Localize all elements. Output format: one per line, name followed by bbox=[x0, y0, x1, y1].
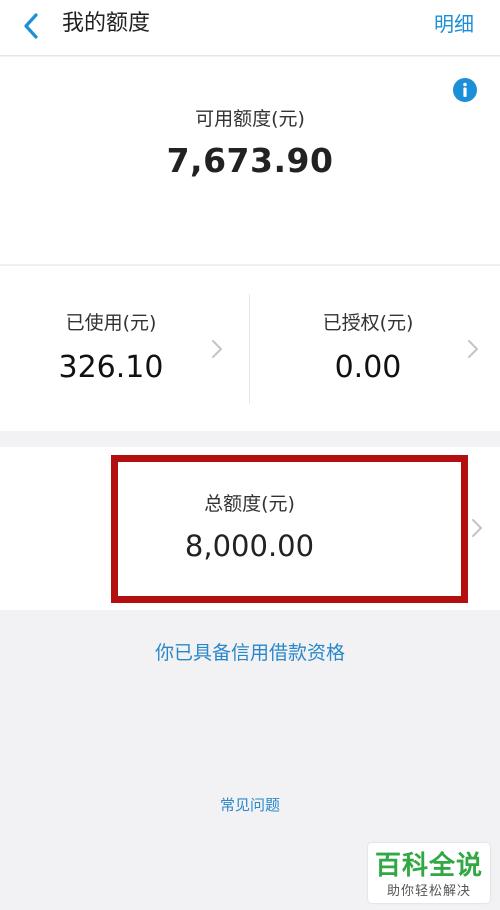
top-nav-bar: 我的额度 明细 bbox=[0, 0, 500, 56]
chevron-right-icon bbox=[472, 519, 482, 537]
chevron-right-icon bbox=[212, 340, 222, 358]
used-amount-label: 已使用(元) bbox=[65, 312, 157, 334]
total-credit-label: 总额度(元) bbox=[204, 493, 295, 515]
back-button[interactable] bbox=[14, 8, 50, 44]
available-credit-value: 7,673.90 bbox=[166, 141, 334, 180]
authorized-amount-value: 0.00 bbox=[334, 350, 402, 385]
used-amount-cell[interactable]: 已使用(元) 326.10 bbox=[0, 266, 250, 432]
available-credit-card: 可用额度(元) 7,673.90 bbox=[0, 57, 500, 264]
info-button[interactable] bbox=[452, 77, 478, 103]
total-credit-value: 8,000.00 bbox=[184, 529, 315, 563]
watermark-main-text: 百科全说 bbox=[374, 851, 483, 881]
faq-link[interactable]: 常见问题 bbox=[0, 794, 500, 815]
authorized-amount-label: 已授权(元) bbox=[322, 312, 414, 334]
used-amount-value: 326.10 bbox=[58, 350, 164, 385]
info-icon bbox=[453, 78, 477, 102]
detail-link[interactable]: 明细 bbox=[434, 9, 474, 39]
available-credit-label: 可用额度(元) bbox=[195, 108, 305, 130]
watermark-logo: 百科全说 助你轻松解决 bbox=[368, 843, 490, 903]
chevron-right-icon bbox=[468, 340, 478, 358]
usage-summary: 已使用(元) 326.10 已授权(元) 0.00 bbox=[0, 265, 500, 431]
chevron-left-icon bbox=[24, 13, 38, 39]
credit-qualification-link[interactable]: 你已具备信用借款资格 bbox=[0, 638, 500, 665]
total-credit-card[interactable]: 总额度(元) 8,000.00 bbox=[0, 447, 500, 610]
watermark-sub-text: 助你轻松解决 bbox=[386, 884, 471, 899]
authorized-amount-cell[interactable]: 已授权(元) 0.00 bbox=[250, 266, 500, 432]
page-title: 我的额度 bbox=[62, 11, 151, 36]
